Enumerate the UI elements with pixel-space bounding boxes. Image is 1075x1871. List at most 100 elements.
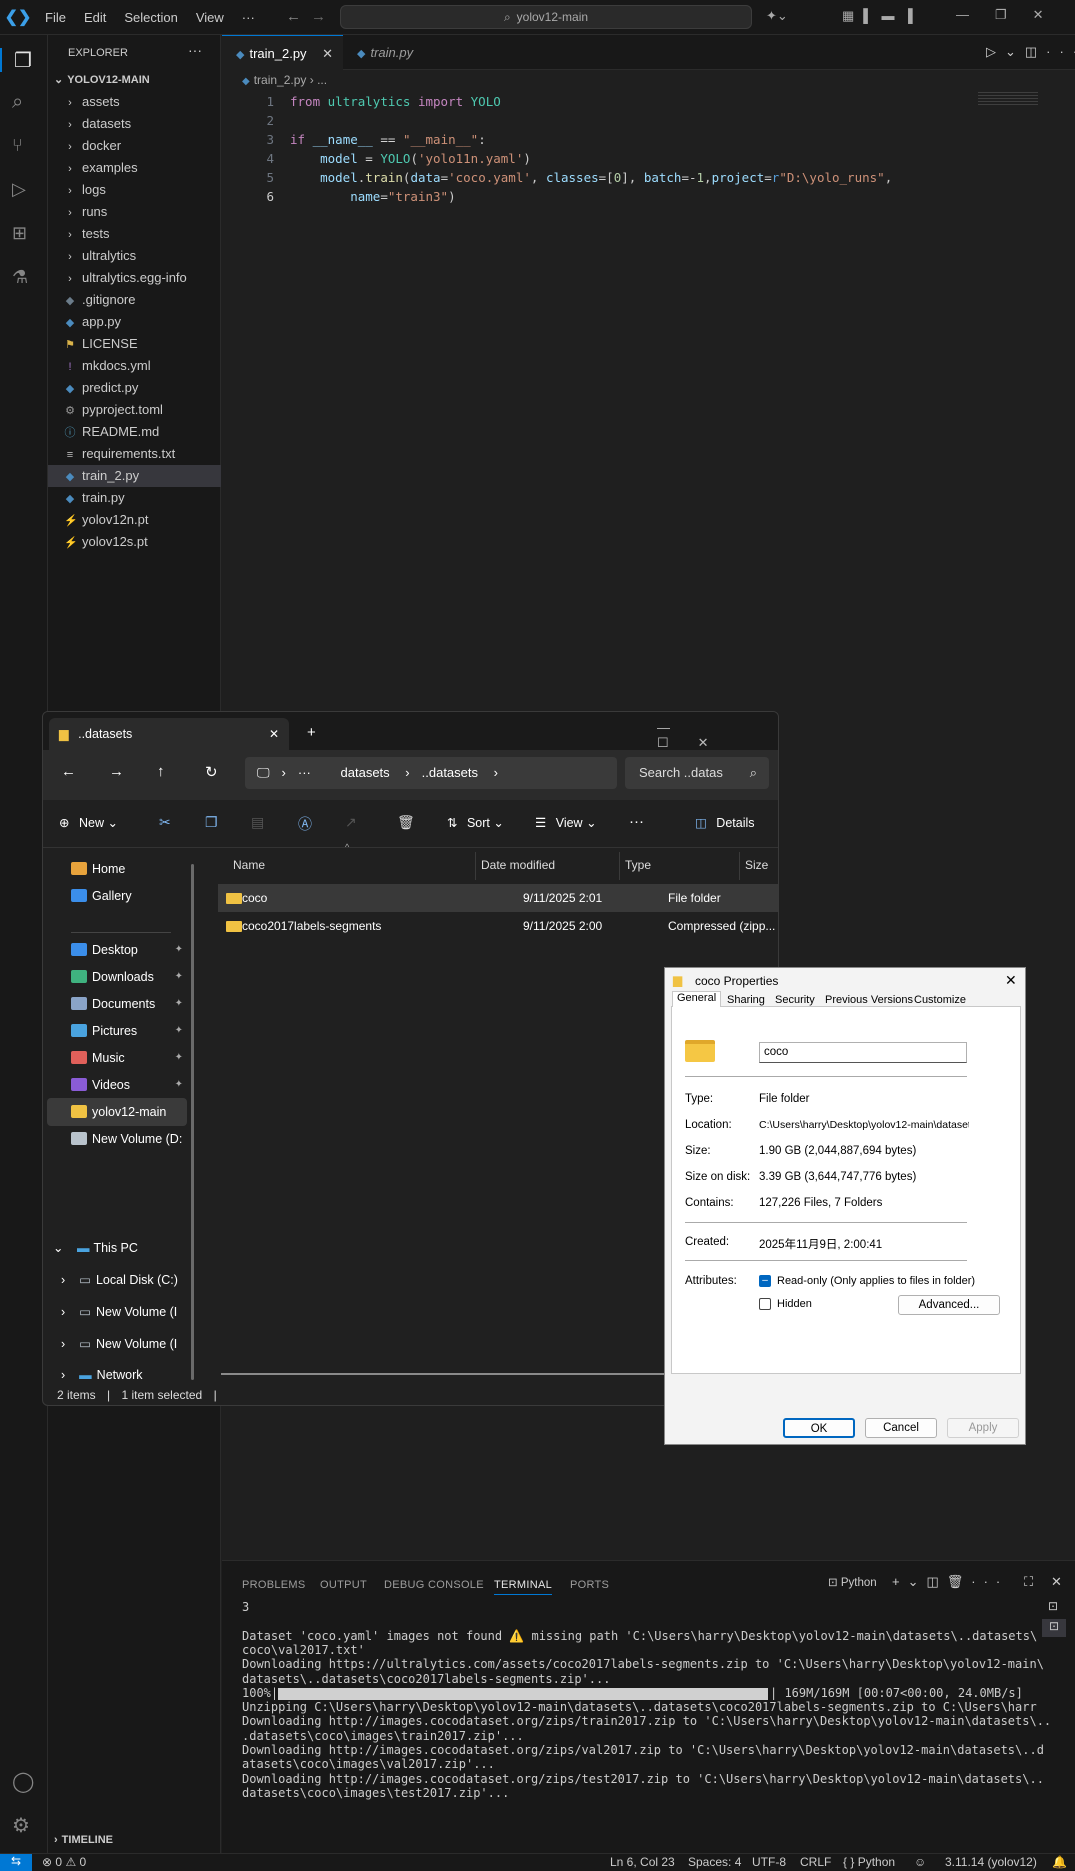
search-box[interactable]: Search ..datas ⌕ xyxy=(625,757,769,789)
cut-icon[interactable]: ✂ xyxy=(159,814,171,831)
end-of-line[interactable]: CRLF xyxy=(800,1855,831,1869)
back-arrow-icon[interactable]: ← xyxy=(61,763,76,780)
address-segment[interactable]: datasets xyxy=(341,765,390,780)
file-row[interactable]: coco 9/11/2025 2:01 File folder xyxy=(218,884,778,912)
nav-item[interactable]: Desktop ✦ xyxy=(43,936,193,964)
indentation[interactable]: Spaces: 4 xyxy=(688,1855,741,1869)
col-date[interactable]: Date modified xyxy=(481,858,555,872)
folder-item[interactable]: › tests xyxy=(48,223,221,245)
fe-tab[interactable]: ▆ ..datasets ✕ xyxy=(49,718,289,750)
view-button[interactable]: ☰ View ⌄ xyxy=(535,815,597,830)
notifications-icon[interactable]: 🔔 xyxy=(1052,1855,1067,1869)
editor-actions[interactable]: ▷⌄◫··· xyxy=(986,44,1075,60)
up-arrow-icon[interactable]: ↑ xyxy=(157,763,165,780)
tab-sharing[interactable]: Sharing xyxy=(727,994,765,1006)
source-control-icon[interactable]: ⑂ xyxy=(12,135,36,159)
problems-indicator[interactable]: ⊗ 0 ⚠ 0 xyxy=(42,1855,86,1869)
terminal-list-icon-active[interactable]: ⊡ xyxy=(1042,1619,1066,1637)
nav-item[interactable]: yolov12-main xyxy=(47,1098,187,1126)
copilot-status-icon[interactable]: ☺ xyxy=(914,1855,926,1869)
extensions-icon[interactable]: ⊞ xyxy=(12,223,36,247)
tab-general[interactable]: General xyxy=(672,991,722,1007)
drive-new-volume-1[interactable]: › ▭ New Volume (I xyxy=(61,1304,177,1319)
nav-item[interactable]: New Volume (D: xyxy=(43,1125,193,1153)
file-item[interactable]: ◆ train_2.py xyxy=(48,465,221,487)
remote-indicator[interactable]: ⇆ xyxy=(0,1854,32,1871)
forward-arrow-icon[interactable]: → xyxy=(311,8,326,25)
file-item[interactable]: ⚑ LICENSE xyxy=(48,333,221,355)
folder-item[interactable]: › ultralytics xyxy=(48,245,221,267)
delete-icon[interactable]: 🗑 xyxy=(397,814,415,831)
col-size[interactable]: Size xyxy=(745,858,768,872)
layout-icons[interactable]: ▦▌▬▐ xyxy=(842,8,922,24)
run-debug-icon[interactable]: ▷ xyxy=(12,179,36,203)
close-tab-icon[interactable]: ✕ xyxy=(269,718,279,750)
file-item[interactable]: ◆ .gitignore xyxy=(48,289,221,311)
encoding[interactable]: UTF-8 xyxy=(752,1855,786,1869)
cursor-position[interactable]: Ln 6, Col 23 xyxy=(610,1855,675,1869)
root-folder[interactable]: ⌄ YOLOV12-MAIN xyxy=(54,73,150,86)
folder-name-input[interactable]: coco xyxy=(759,1042,967,1063)
folder-item[interactable]: › examples xyxy=(48,157,221,179)
this-pc-item[interactable]: ⌄ ▬ This PC xyxy=(53,1240,138,1255)
readonly-checkbox[interactable]: – xyxy=(759,1275,771,1287)
file-item[interactable]: ! mkdocs.yml xyxy=(48,355,221,377)
nav-item[interactable]: Downloads ✦ xyxy=(43,963,193,991)
file-item[interactable]: ⓘ README.md xyxy=(48,421,221,443)
advanced-button[interactable]: Advanced... xyxy=(898,1295,1000,1315)
network-item[interactable]: › ▬ Network xyxy=(61,1368,143,1380)
python-interpreter[interactable]: 3.11.14 (yolov12) xyxy=(945,1855,1037,1869)
back-arrow-icon[interactable]: ← xyxy=(286,8,301,25)
language-mode[interactable]: { } Python xyxy=(843,1855,895,1869)
file-item[interactable]: ⚙ pyproject.toml xyxy=(48,399,221,421)
minimap[interactable] xyxy=(978,92,1038,106)
nav-item[interactable]: Videos ✦ xyxy=(43,1071,193,1099)
drive-c[interactable]: › ▭ Local Disk (C:) xyxy=(61,1272,178,1287)
refresh-icon[interactable]: ↻ xyxy=(205,763,218,781)
address-bar[interactable]: 🖵 › ··· datasets › ..datasets › xyxy=(245,757,617,789)
menu-edit[interactable]: Edit xyxy=(75,10,115,25)
address-segment[interactable]: ..datasets xyxy=(422,765,478,780)
tab-terminal[interactable]: TERMINAL xyxy=(494,1579,553,1595)
ok-button[interactable]: OK xyxy=(783,1418,855,1438)
copilot-icon[interactable]: ✦⌄ xyxy=(766,8,788,24)
close-panel-icon[interactable]: ✕ xyxy=(1051,1574,1062,1590)
menu-view[interactable]: View xyxy=(187,10,233,25)
forward-arrow-icon[interactable]: → xyxy=(109,763,124,780)
nav-item[interactable]: Documents ✦ xyxy=(43,990,193,1018)
col-name[interactable]: Name xyxy=(233,858,265,872)
folder-item[interactable]: › assets xyxy=(48,91,221,113)
nav-item[interactable]: Home xyxy=(43,855,193,883)
tab-train-py[interactable]: ◆ train.py xyxy=(343,35,464,70)
maximize-panel-icon[interactable]: ⛶ xyxy=(1024,1574,1033,1590)
tab-debug-console[interactable]: DEBUG CONSOLE xyxy=(384,1579,484,1591)
folder-item[interactable]: › logs xyxy=(48,179,221,201)
testing-icon[interactable]: ⚗ xyxy=(12,267,36,291)
hidden-checkbox[interactable] xyxy=(759,1298,771,1310)
file-item[interactable]: ⚡ yolov12n.pt xyxy=(48,509,221,531)
share-icon[interactable]: ↗ xyxy=(345,814,357,831)
window-controls[interactable]: —❐✕ xyxy=(956,7,1070,23)
more-actions-icon[interactable]: ··· xyxy=(188,42,202,58)
folder-item[interactable]: › runs xyxy=(48,201,221,223)
file-item[interactable]: ⚡ yolov12s.pt xyxy=(48,531,221,553)
sort-button[interactable]: ⇅ Sort ⌄ xyxy=(447,815,504,830)
menu-selection[interactable]: Selection xyxy=(115,10,186,25)
details-button[interactable]: ◫ Details xyxy=(695,815,755,830)
tab-output[interactable]: OUTPUT xyxy=(320,1579,367,1591)
file-item[interactable]: ◆ train.py xyxy=(48,487,221,509)
tab-problems[interactable]: PROBLEMS xyxy=(242,1579,306,1591)
new-button[interactable]: ⊕ New ⌄ xyxy=(59,815,118,830)
col-type[interactable]: Type xyxy=(625,858,651,872)
command-center-search[interactable]: ⌕ yolov12-main xyxy=(340,5,752,29)
nav-item[interactable]: Pictures ✦ xyxy=(43,1017,193,1045)
menu-more[interactable]: ··· xyxy=(233,10,264,25)
close-icon[interactable]: ✕ xyxy=(1005,972,1017,989)
apply-button[interactable]: Apply xyxy=(947,1418,1019,1438)
folder-item[interactable]: › docker xyxy=(48,135,221,157)
folder-item[interactable]: › ultralytics.egg-info xyxy=(48,267,221,289)
panel-actions[interactable]: +⌄◫🗑··· xyxy=(892,1574,1008,1590)
nav-scrollbar[interactable] xyxy=(191,864,194,1380)
rename-icon[interactable]: Ⓐ xyxy=(298,814,312,834)
tab-customize[interactable]: Customize xyxy=(914,994,966,1006)
